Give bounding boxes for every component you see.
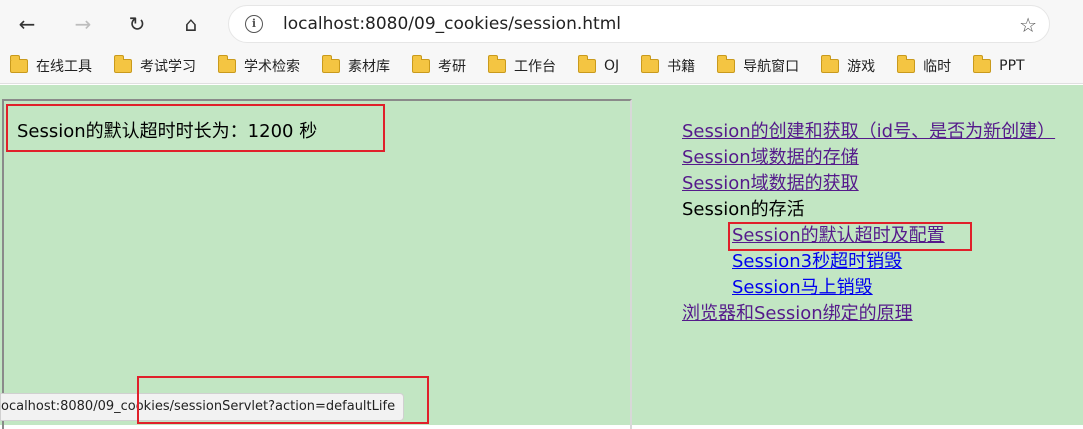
folder-icon [487,54,506,73]
bookmark-folder[interactable]: 书籍 [640,52,699,80]
url-text[interactable]: localhost:8080/09_cookies/session.html [283,14,621,34]
folder-icon [411,54,430,73]
folder-icon [217,54,236,73]
address-bar[interactable]: i localhost:8080/09_cookies/session.html… [228,5,1050,43]
home-icon: ⌂ [184,12,198,36]
home-button[interactable]: ⌂ [174,8,208,40]
bookmark-label: PPT [999,57,1025,74]
bookmark-label: 工作台 [514,58,556,75]
forward-button[interactable]: → [66,8,100,40]
link-session-create[interactable]: Session的创建和获取（id号、是否为新创建） [682,119,1055,145]
bookmark-label: 考试学习 [140,58,196,75]
folder-icon [113,54,132,73]
bookmark-label: 学术检索 [244,58,300,75]
folder-icon [577,54,596,73]
browser-toolbar: ← → ↻ ⌂ i localhost:8080/09_cookies/sess… [0,0,1083,48]
bookmark-folder[interactable]: 临时 [896,52,955,80]
bookmark-label: 书籍 [667,58,696,75]
link-session-store[interactable]: Session域数据的存储 [682,145,1055,171]
bookmark-label: 导航窗口 [743,58,800,75]
folder-icon [9,54,28,73]
page-content: Session的默认超时时长为：1200 秒 Session的创建和获取（id号… [0,85,1083,429]
folder-icon [972,54,992,73]
bookmark-folder[interactable]: 导航窗口 [716,52,803,80]
folder-icon [716,54,736,73]
folder-icon [820,54,840,73]
bookmark-label: OJ [604,57,620,74]
link-session-get[interactable]: Session域数据的获取 [682,171,1055,197]
bookmark-folder[interactable]: 考研 [411,52,470,80]
folder-icon [640,54,660,73]
folder-icon [896,54,916,73]
highlight-box-link [728,222,972,251]
bookmark-label: 在线工具 [36,58,92,75]
back-button[interactable]: ← [10,8,44,40]
bookmark-label: 考研 [438,58,466,75]
site-info-icon[interactable]: i [245,15,263,33]
bookmark-folder[interactable]: 工作台 [487,52,560,80]
bookmark-folder[interactable]: OJ [577,52,623,80]
highlight-box-result [6,104,385,152]
bookmarks-bar: 在线工具 考试学习 学术检索 素材库 考研 工作台 OJ 书籍 导航窗口 游戏 … [0,48,1083,84]
highlight-box-status [137,376,429,424]
bookmark-folder[interactable]: 学术检索 [217,52,304,80]
bookmark-label: 素材库 [348,58,390,75]
link-session-binding[interactable]: 浏览器和Session绑定的原理 [682,301,1055,327]
bookmark-folder[interactable]: 在线工具 [9,52,96,80]
bookmark-folder[interactable]: 素材库 [321,52,394,80]
reload-button[interactable]: ↻ [120,8,154,40]
reload-icon: ↻ [128,12,146,36]
section-session-lifetime: Session的存活 [682,199,805,220]
favorite-star-icon[interactable]: ☆ [1019,13,1037,37]
url-host: localhost [283,14,360,34]
forward-icon: → [74,12,92,36]
bookmark-label: 游戏 [847,58,876,75]
link-session-3s-timeout[interactable]: Session3秒超时销毁 [682,249,1055,275]
bookmark-folder[interactable]: PPT [972,52,1028,80]
folder-icon [321,54,340,73]
back-icon: ← [18,12,36,36]
bookmark-label: 临时 [923,58,952,75]
bookmark-folder[interactable]: 考试学习 [113,52,200,80]
bookmark-folder[interactable]: 游戏 [820,52,879,80]
link-session-invalidate[interactable]: Session马上销毁 [682,275,1055,301]
url-path: :8080/09_cookies/session.html [359,14,621,34]
